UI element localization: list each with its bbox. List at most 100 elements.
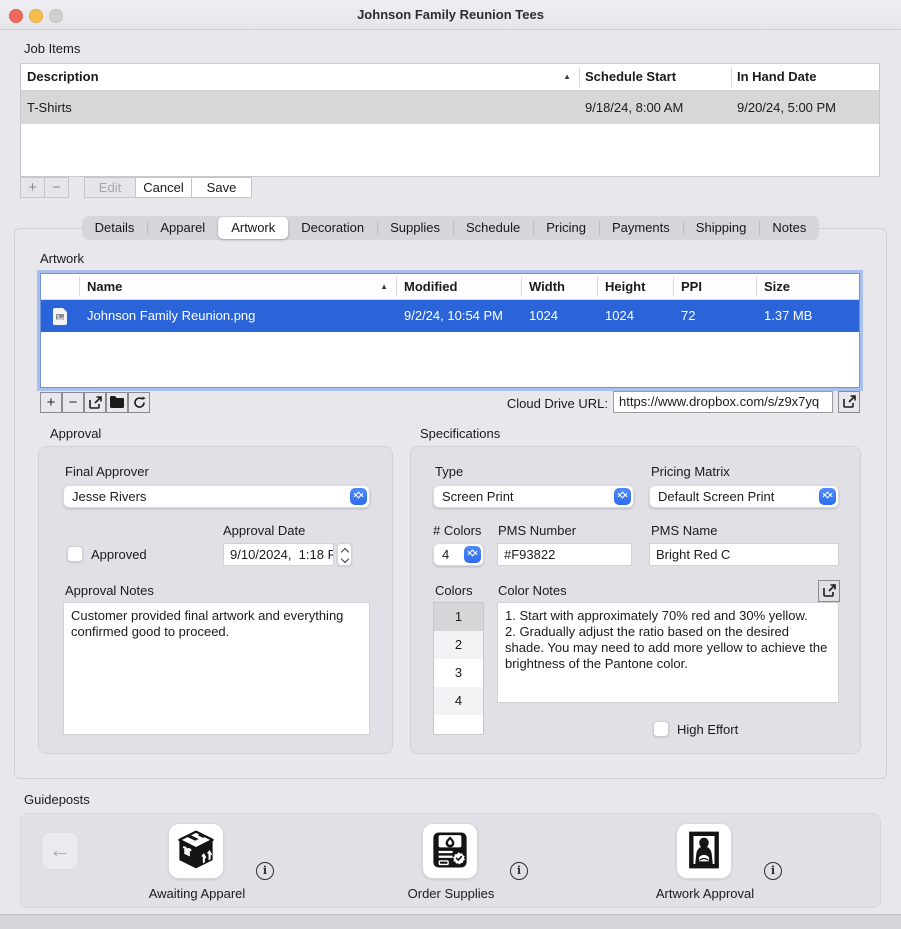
back-arrow-icon: ← <box>49 837 71 862</box>
guidepost-artwork-approval-button[interactable] <box>676 823 732 879</box>
guideposts-panel: ← i Awaiting Apparel <box>20 813 881 908</box>
add-artwork-button[interactable]: + <box>40 392 62 413</box>
type-select[interactable]: Screen Print <box>433 485 634 508</box>
popup-stepper-icon <box>464 546 481 563</box>
tab-notes[interactable]: Notes <box>759 216 819 240</box>
framed-portrait-icon <box>683 829 725 874</box>
cloud-drive-url-field[interactable]: https://www.dropbox.com/s/z9x7yq <box>613 391 833 413</box>
tab-shipping[interactable]: Shipping <box>683 216 760 240</box>
high-effort-label: High Effort <box>677 722 738 737</box>
tab-supplies[interactable]: Supplies <box>377 216 453 240</box>
specifications-section-label: Specifications <box>420 426 500 441</box>
window-title: Johnson Family Reunion Tees <box>0 7 901 22</box>
guidepost-back-button[interactable]: ← <box>41 832 79 870</box>
color-notes-textarea[interactable]: 1. Start with approximately 70% red and … <box>497 602 839 703</box>
save-button[interactable]: Save <box>191 177 252 198</box>
job-items-table-header: Description ▲ Schedule Start In Hand Dat… <box>21 64 879 91</box>
artwork-size: 1.37 MB <box>756 300 859 332</box>
colors-list[interactable]: 1 2 3 4 <box>433 602 484 735</box>
remove-artwork-button[interactable]: − <box>62 392 84 413</box>
image-file-icon <box>53 308 67 328</box>
final-approver-label: Final Approver <box>65 464 149 479</box>
color-list-item[interactable]: 1 <box>434 603 483 631</box>
column-header-modified[interactable]: Modified <box>396 274 521 299</box>
specifications-panel: Type Screen Print Pricing Matrix Default… <box>410 446 861 754</box>
tab-schedule[interactable]: Schedule <box>453 216 533 240</box>
date-stepper[interactable] <box>337 543 352 566</box>
approval-panel: Final Approver Jesse Rivers Approval Dat… <box>38 446 393 754</box>
cloud-drive-url-label: Cloud Drive URL: <box>430 396 608 411</box>
artwork-modified: 9/2/24, 10:54 PM <box>396 300 521 332</box>
title-bar: Johnson Family Reunion Tees <box>0 0 901 30</box>
tab-pricing[interactable]: Pricing <box>533 216 599 240</box>
approved-label: Approved <box>91 547 147 562</box>
final-approver-select[interactable]: Jesse Rivers <box>63 485 370 508</box>
sort-asc-icon: ▲ <box>380 274 388 299</box>
pms-name-label: PMS Name <box>651 523 717 538</box>
artwork-width: 1024 <box>521 300 597 332</box>
info-icon[interactable]: i <box>256 862 274 880</box>
high-effort-checkbox[interactable] <box>653 721 669 737</box>
num-colors-select[interactable]: 4 <box>433 543 484 566</box>
folder-icon[interactable] <box>106 392 128 413</box>
pms-number-field[interactable]: #F93822 <box>497 543 632 566</box>
export-artwork-icon[interactable] <box>84 392 106 413</box>
guidepost-label-awaiting-apparel: Awaiting Apparel <box>97 886 297 901</box>
table-row[interactable]: T-Shirts 9/18/24, 8:00 AM 9/20/24, 5:00 … <box>21 91 879 124</box>
color-list-item[interactable]: 3 <box>434 659 483 687</box>
approval-section-label: Approval <box>50 426 101 441</box>
refresh-icon[interactable] <box>128 392 150 413</box>
job-item-in-hand-date: 9/20/24, 5:00 PM <box>731 91 881 124</box>
tab-apparel[interactable]: Apparel <box>147 216 218 240</box>
job-items-section-label: Job Items <box>24 41 80 56</box>
sort-asc-icon: ▲ <box>563 64 571 90</box>
column-header-width[interactable]: Width <box>521 274 597 299</box>
column-header-name[interactable]: Name ▲ <box>79 274 396 299</box>
popup-stepper-icon <box>350 488 367 505</box>
popup-stepper-icon <box>819 488 836 505</box>
guidepost-order-supplies-button[interactable] <box>422 823 478 879</box>
column-header-description[interactable]: Description ▲ <box>21 64 579 90</box>
guidepost-label-order-supplies: Order Supplies <box>351 886 551 901</box>
tab-decoration[interactable]: Decoration <box>288 216 377 240</box>
artwork-section-label: Artwork <box>40 251 84 266</box>
tab-payments[interactable]: Payments <box>599 216 683 240</box>
approval-date-field[interactable]: 9/10/2024, 1:18 PM <box>223 543 334 566</box>
add-job-item-button[interactable]: + <box>20 177 45 198</box>
num-colors-label: # Colors <box>433 523 481 538</box>
shipping-box-icon <box>175 829 217 874</box>
supplies-order-icon <box>429 829 471 874</box>
color-notes-label: Color Notes <box>498 583 567 598</box>
column-header-schedule-start[interactable]: Schedule Start <box>579 64 731 90</box>
approved-checkbox[interactable] <box>67 546 83 562</box>
column-header-size[interactable]: Size <box>756 274 859 299</box>
pms-name-field[interactable]: Bright Red C <box>649 543 839 566</box>
column-header-in-hand-date[interactable]: In Hand Date <box>731 64 881 90</box>
job-item-description: T-Shirts <box>21 91 579 124</box>
color-list-item[interactable]: 2 <box>434 631 483 659</box>
artwork-row-selected[interactable]: Johnson Family Reunion.png 9/2/24, 10:54… <box>41 300 859 332</box>
artwork-table[interactable]: Name ▲ Modified Width Height PPI Size <box>40 273 860 388</box>
open-color-notes-icon[interactable] <box>818 580 840 602</box>
column-header-ppi[interactable]: PPI <box>673 274 756 299</box>
guidepost-awaiting-apparel-button[interactable] <box>168 823 224 879</box>
tab-artwork[interactable]: Artwork <box>218 217 288 239</box>
artwork-table-header: Name ▲ Modified Width Height PPI Size <box>41 274 859 300</box>
edit-button: Edit <box>84 177 136 198</box>
info-icon[interactable]: i <box>510 862 528 880</box>
approval-notes-textarea[interactable]: Customer provided final artwork and ever… <box>63 602 370 735</box>
info-icon[interactable]: i <box>764 862 782 880</box>
remove-job-item-button[interactable]: − <box>44 177 69 198</box>
open-cloud-url-icon[interactable] <box>838 391 860 413</box>
job-items-table[interactable]: Description ▲ Schedule Start In Hand Dat… <box>20 63 880 177</box>
stepper-down-icon <box>341 555 349 563</box>
window-bottom-edge <box>0 914 901 929</box>
color-list-item[interactable]: 4 <box>434 687 483 715</box>
approval-date-label: Approval Date <box>223 523 305 538</box>
cancel-button[interactable]: Cancel <box>135 177 192 198</box>
artwork-height: 1024 <box>597 300 673 332</box>
tab-details[interactable]: Details <box>82 216 148 240</box>
column-header-height[interactable]: Height <box>597 274 673 299</box>
pricing-matrix-select[interactable]: Default Screen Print <box>649 485 839 508</box>
tab-bar: Details Apparel Artwork Decoration Suppl… <box>82 216 820 240</box>
